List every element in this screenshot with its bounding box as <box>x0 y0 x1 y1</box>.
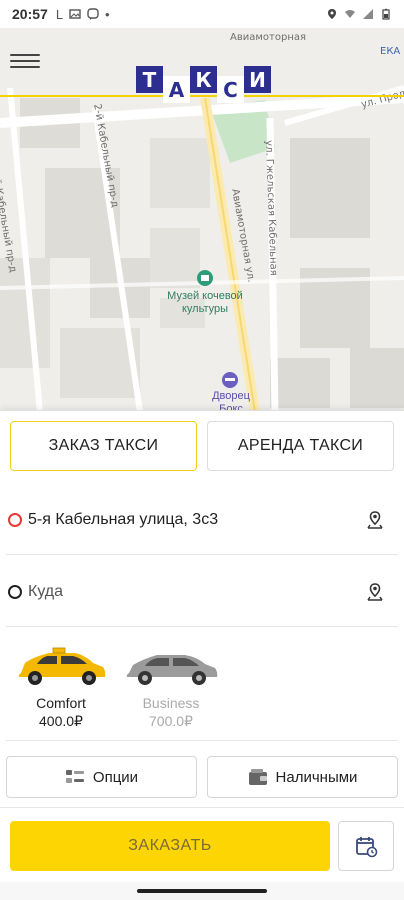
logo-letter-5: И <box>244 66 271 93</box>
calendar-clock-icon <box>356 837 378 858</box>
status-time: 20:57 <box>12 6 48 22</box>
menu-bar-3 <box>10 66 40 68</box>
payment-method-button[interactable]: Наличными <box>207 756 398 798</box>
schedule-button[interactable] <box>338 821 394 871</box>
order-row: ЗАКАЗАТЬ <box>10 821 394 871</box>
poi-museum-label: Музей кочевой культуры <box>167 290 243 315</box>
logo-letter-4: С <box>217 76 244 103</box>
poi-palace-label: Дворец Бокс <box>196 390 266 412</box>
poi-palace-name: Дворец <box>212 390 250 402</box>
viber-icon <box>87 8 99 20</box>
options-button[interactable]: Опции <box>6 756 197 798</box>
to-address-placeholder: Куда <box>28 582 64 600</box>
payment-label: Наличными <box>275 768 358 786</box>
l-icon: L <box>55 6 64 22</box>
dot-icon: • <box>105 6 110 22</box>
street-label-6: Авиамоторная <box>230 32 306 43</box>
car-class-list: Comfort 400.0₽ Business 700.0₽ <box>6 639 398 741</box>
wallet-icon <box>248 769 267 785</box>
options-label: Опции <box>92 768 139 786</box>
taxi-logo: Т А К С И <box>136 66 271 103</box>
location-icon <box>328 9 336 19</box>
car-price-comfort: 400.0₽ <box>39 713 83 729</box>
logo-letter-1: Т <box>136 66 163 93</box>
hamburger-menu-button[interactable] <box>10 50 40 72</box>
yellow-taxi-icon <box>18 647 106 685</box>
order-button[interactable]: ЗАКАЗАТЬ <box>10 821 330 871</box>
menu-bar-2 <box>10 60 40 62</box>
car-name-comfort: Comfort <box>36 695 86 711</box>
status-left-icons: L • <box>56 7 110 22</box>
system-nav-bar <box>0 882 404 900</box>
from-address: 5-я Кабельная улица, 3с3 <box>28 510 219 528</box>
poi-bank-label: ЕКА <box>380 46 401 57</box>
tab-rent-taxi[interactable]: АРЕНДА ТАКСИ <box>207 421 394 471</box>
map-pin-icon[interactable] <box>364 581 386 603</box>
order-panel: ЗАКАЗ ТАКСИ АРЕНДА ТАКСИ 5-я Кабельная у… <box>0 410 404 900</box>
menu-bar-1 <box>10 54 40 56</box>
wifi-icon <box>345 10 355 18</box>
car-option-business[interactable]: Business 700.0₽ <box>116 639 226 740</box>
options-row: Опции Наличными <box>6 756 398 798</box>
car-option-comfort[interactable]: Comfort 400.0₽ <box>6 639 116 740</box>
car-price-business: 700.0₽ <box>149 713 193 729</box>
home-gesture-handle[interactable] <box>137 889 267 893</box>
to-dot-icon <box>8 584 22 599</box>
status-right-icons <box>326 8 392 20</box>
battery-icon <box>382 8 390 20</box>
logo-letter-2: А <box>163 76 190 103</box>
status-bar: 20:57 L • <box>0 0 404 28</box>
tab-order-taxi[interactable]: ЗАКАЗ ТАКСИ <box>10 421 197 471</box>
to-address-row[interactable]: Куда <box>6 557 398 627</box>
panel-divider <box>0 807 404 808</box>
sedan-car-icon <box>126 655 218 685</box>
from-dot-icon <box>8 512 22 527</box>
signal-icon <box>363 9 373 19</box>
map-pin-icon[interactable] <box>364 509 386 531</box>
image-icon <box>69 9 81 19</box>
mode-tabs: ЗАКАЗ ТАКСИ АРЕНДА ТАКСИ <box>0 411 404 471</box>
car-name-business: Business <box>142 695 200 711</box>
options-icon <box>65 770 84 783</box>
from-address-row[interactable]: 5-я Кабельная улица, 3с3 <box>6 485 398 555</box>
logo-letter-3: К <box>190 66 217 93</box>
